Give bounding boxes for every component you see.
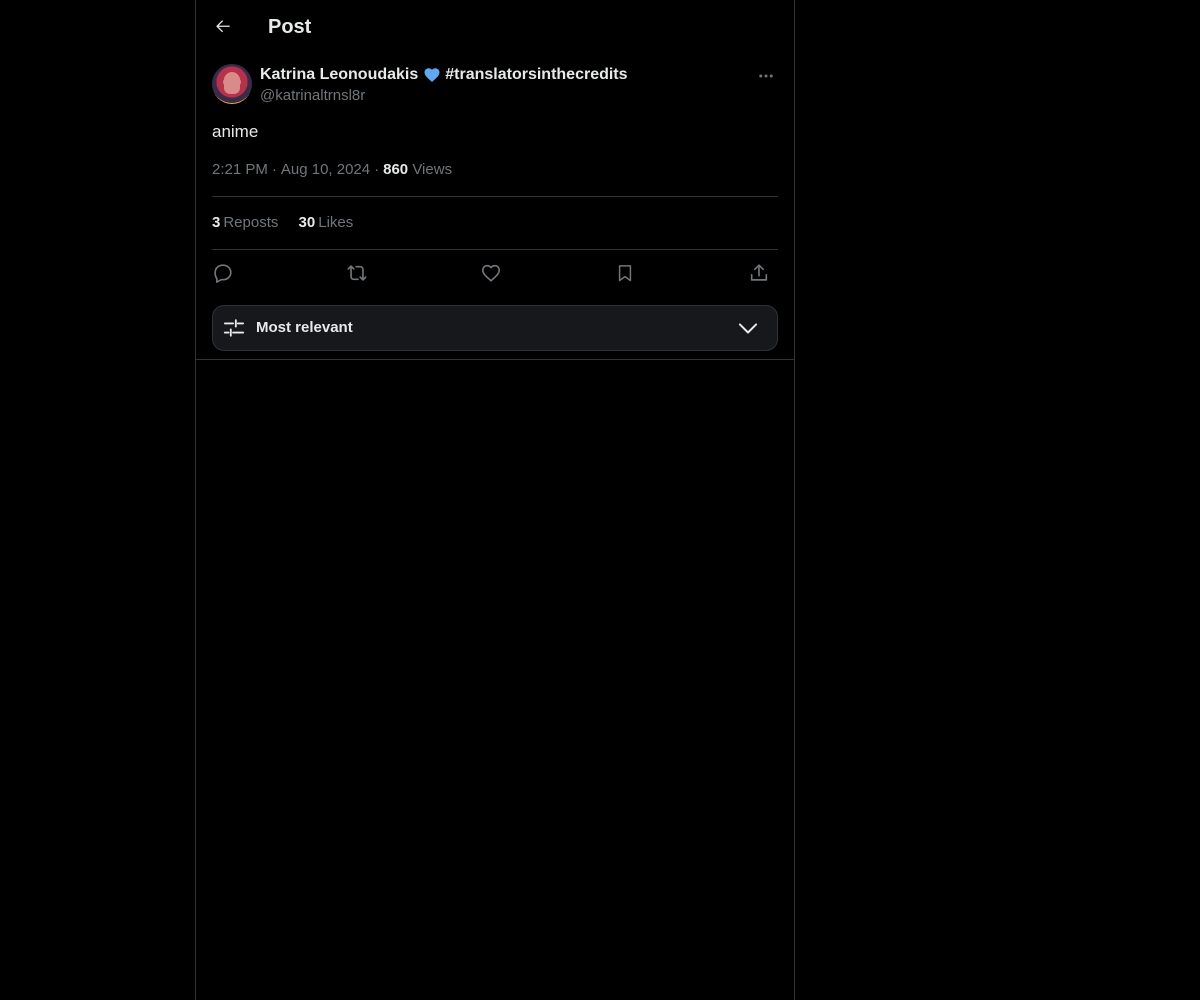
post-actions (212, 259, 778, 287)
likes-stat[interactable]: 30 Likes (299, 214, 354, 231)
repost-icon (347, 265, 367, 281)
more-options-button[interactable] (754, 64, 778, 88)
author-name-line: Katrina Leonoudakis #translatorsinthecre… (260, 64, 628, 86)
post-meta: 2:21 PM · Aug 10, 2024 · 860 Views (212, 160, 452, 180)
bookmark-button[interactable] (610, 259, 640, 287)
page-title: Post (268, 16, 312, 38)
chevron-down-icon (738, 323, 758, 334)
back-button[interactable] (206, 9, 240, 43)
like-button[interactable] (476, 259, 506, 287)
sliders-icon (223, 319, 245, 337)
meta-separator: · (374, 161, 380, 178)
share-icon (750, 264, 768, 281)
page-header: Post (196, 0, 794, 53)
reposts-count: 3 (212, 214, 221, 231)
blue-heart-icon (424, 68, 440, 82)
likes-count: 30 (298, 214, 316, 231)
reply-button[interactable] (208, 259, 238, 287)
author-handle[interactable]: @katrinaltrnsl8r (260, 86, 365, 106)
post-text: anime (212, 122, 259, 141)
post-time[interactable]: 2:21 PM (212, 161, 268, 178)
author-name[interactable]: Katrina Leonoudakis (260, 66, 418, 84)
sort-label: Most relevant (256, 319, 353, 336)
divider (212, 249, 778, 250)
divider (212, 196, 778, 197)
share-button[interactable] (744, 259, 774, 287)
post-column: Post Katrina Leonoudakis #translatorsint… (195, 0, 795, 1000)
likes-label: Likes (318, 214, 354, 231)
like-icon (481, 264, 501, 282)
views-label: Views (412, 161, 453, 178)
reposts-label: Reposts (223, 214, 279, 231)
post-author: Katrina Leonoudakis #translatorsinthecre… (212, 64, 778, 108)
more-dots-icon (759, 74, 773, 78)
post-stats: 3 Reposts 30 Likes (212, 213, 369, 233)
divider (196, 359, 794, 360)
reposts-stat[interactable]: 3 Reposts (212, 214, 278, 231)
sort-replies-dropdown[interactable]: Most relevant (212, 305, 778, 351)
repost-button[interactable] (342, 259, 372, 287)
post-date[interactable]: Aug 10, 2024 (281, 161, 370, 178)
meta-separator: · (271, 161, 277, 178)
author-name-tag[interactable]: #translatorsinthecredits (445, 66, 627, 84)
avatar[interactable] (212, 64, 252, 104)
arrow-left-icon (216, 20, 230, 33)
views-count: 860 (383, 161, 409, 178)
reply-icon (214, 264, 232, 283)
bookmark-icon (618, 265, 632, 282)
